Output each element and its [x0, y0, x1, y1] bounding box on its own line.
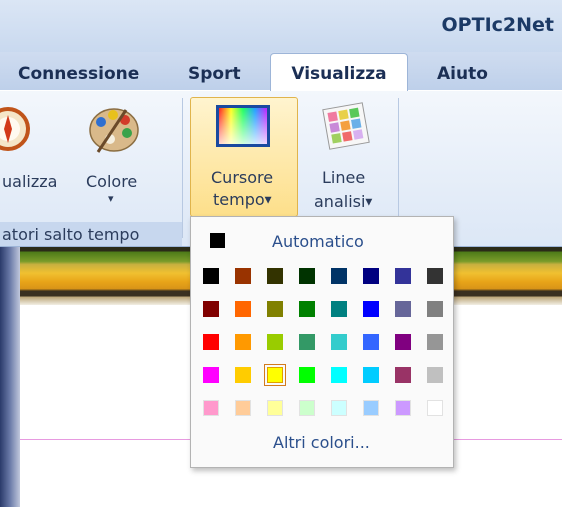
color-swatch[interactable]: [203, 367, 219, 383]
color-swatch[interactable]: [203, 400, 219, 416]
color-swatch[interactable]: [427, 334, 443, 350]
cursore-tempo-button[interactable]: Cursore tempo▼: [190, 97, 298, 217]
palette-icon: [89, 108, 139, 153]
tab-visualizza[interactable]: Visualizza: [270, 53, 408, 93]
tempo-label: tempo▼: [213, 190, 272, 209]
color-swatch[interactable]: [427, 268, 443, 284]
color-swatch[interactable]: [267, 301, 283, 317]
color-swatch[interactable]: [299, 301, 315, 317]
color-swatch[interactable]: [331, 400, 347, 416]
color-swatch[interactable]: [299, 268, 315, 284]
color-swatch[interactable]: [331, 367, 347, 383]
dropdown-arrow-icon: ▼: [365, 197, 373, 208]
color-swatch[interactable]: [331, 268, 347, 284]
color-swatch[interactable]: [395, 268, 411, 284]
left-strip: [0, 247, 20, 507]
color-swatch[interactable]: [427, 301, 443, 317]
color-swatch[interactable]: [203, 301, 219, 317]
tab-connessione[interactable]: Connessione: [18, 60, 139, 88]
color-swatch[interactable]: [235, 334, 251, 350]
color-spectrum-icon: [216, 105, 270, 147]
more-colors-option[interactable]: Altri colori...: [273, 433, 370, 452]
analisi-label: analisi▼: [314, 192, 373, 211]
colore-button[interactable]: Colore ▾: [80, 100, 148, 210]
color-swatch[interactable]: [331, 334, 347, 350]
app-title: OPTIc2Net: [441, 14, 554, 36]
color-swatch[interactable]: [395, 367, 411, 383]
linee-analisi-button[interactable]: Linee analisi▼: [306, 100, 386, 214]
color-swatch[interactable]: [203, 268, 219, 284]
color-swatch[interactable]: [363, 400, 379, 416]
color-swatch[interactable]: [203, 334, 219, 350]
cursore-label: Cursore: [211, 168, 274, 187]
visualizza-button[interactable]: ualizza: [0, 100, 60, 210]
compass-icon: [0, 107, 30, 151]
visualizza-label: ualizza: [2, 172, 58, 191]
color-chart-icon: [322, 102, 370, 150]
group-separator: [182, 98, 183, 238]
automatic-option[interactable]: Automatico: [272, 232, 364, 251]
color-swatch[interactable]: [363, 268, 379, 284]
color-swatch[interactable]: [299, 367, 315, 383]
color-picker-dropdown: [190, 216, 454, 468]
color-swatch[interactable]: [235, 301, 251, 317]
automatic-color-swatch[interactable]: [210, 233, 225, 248]
dropdown-arrow-icon: ▼: [264, 195, 272, 206]
color-swatch[interactable]: [363, 301, 379, 317]
color-swatch[interactable]: [395, 400, 411, 416]
title-bar: OPTIc2Net: [0, 0, 562, 52]
color-swatch[interactable]: [427, 400, 443, 416]
color-swatch[interactable]: [395, 301, 411, 317]
color-swatch[interactable]: [235, 400, 251, 416]
group-label: atori salto tempo: [2, 225, 140, 244]
color-swatch[interactable]: [363, 334, 379, 350]
color-swatch[interactable]: [331, 301, 347, 317]
tab-sport[interactable]: Sport: [188, 60, 241, 88]
color-swatch[interactable]: [235, 268, 251, 284]
tab-aiuto[interactable]: Aiuto: [437, 60, 488, 88]
color-swatch[interactable]: [363, 367, 379, 383]
color-swatch[interactable]: [299, 334, 315, 350]
color-swatch[interactable]: [299, 400, 315, 416]
linee-label: Linee: [322, 168, 366, 187]
colore-arrow-icon: ▾: [108, 192, 114, 205]
color-swatch[interactable]: [267, 400, 283, 416]
colore-label: Colore: [86, 172, 138, 191]
color-swatch[interactable]: [395, 334, 411, 350]
color-swatch[interactable]: [267, 334, 283, 350]
color-swatch[interactable]: [267, 268, 283, 284]
color-swatch[interactable]: [235, 367, 251, 383]
color-swatch[interactable]: [427, 367, 443, 383]
color-swatch[interactable]: [264, 364, 286, 386]
